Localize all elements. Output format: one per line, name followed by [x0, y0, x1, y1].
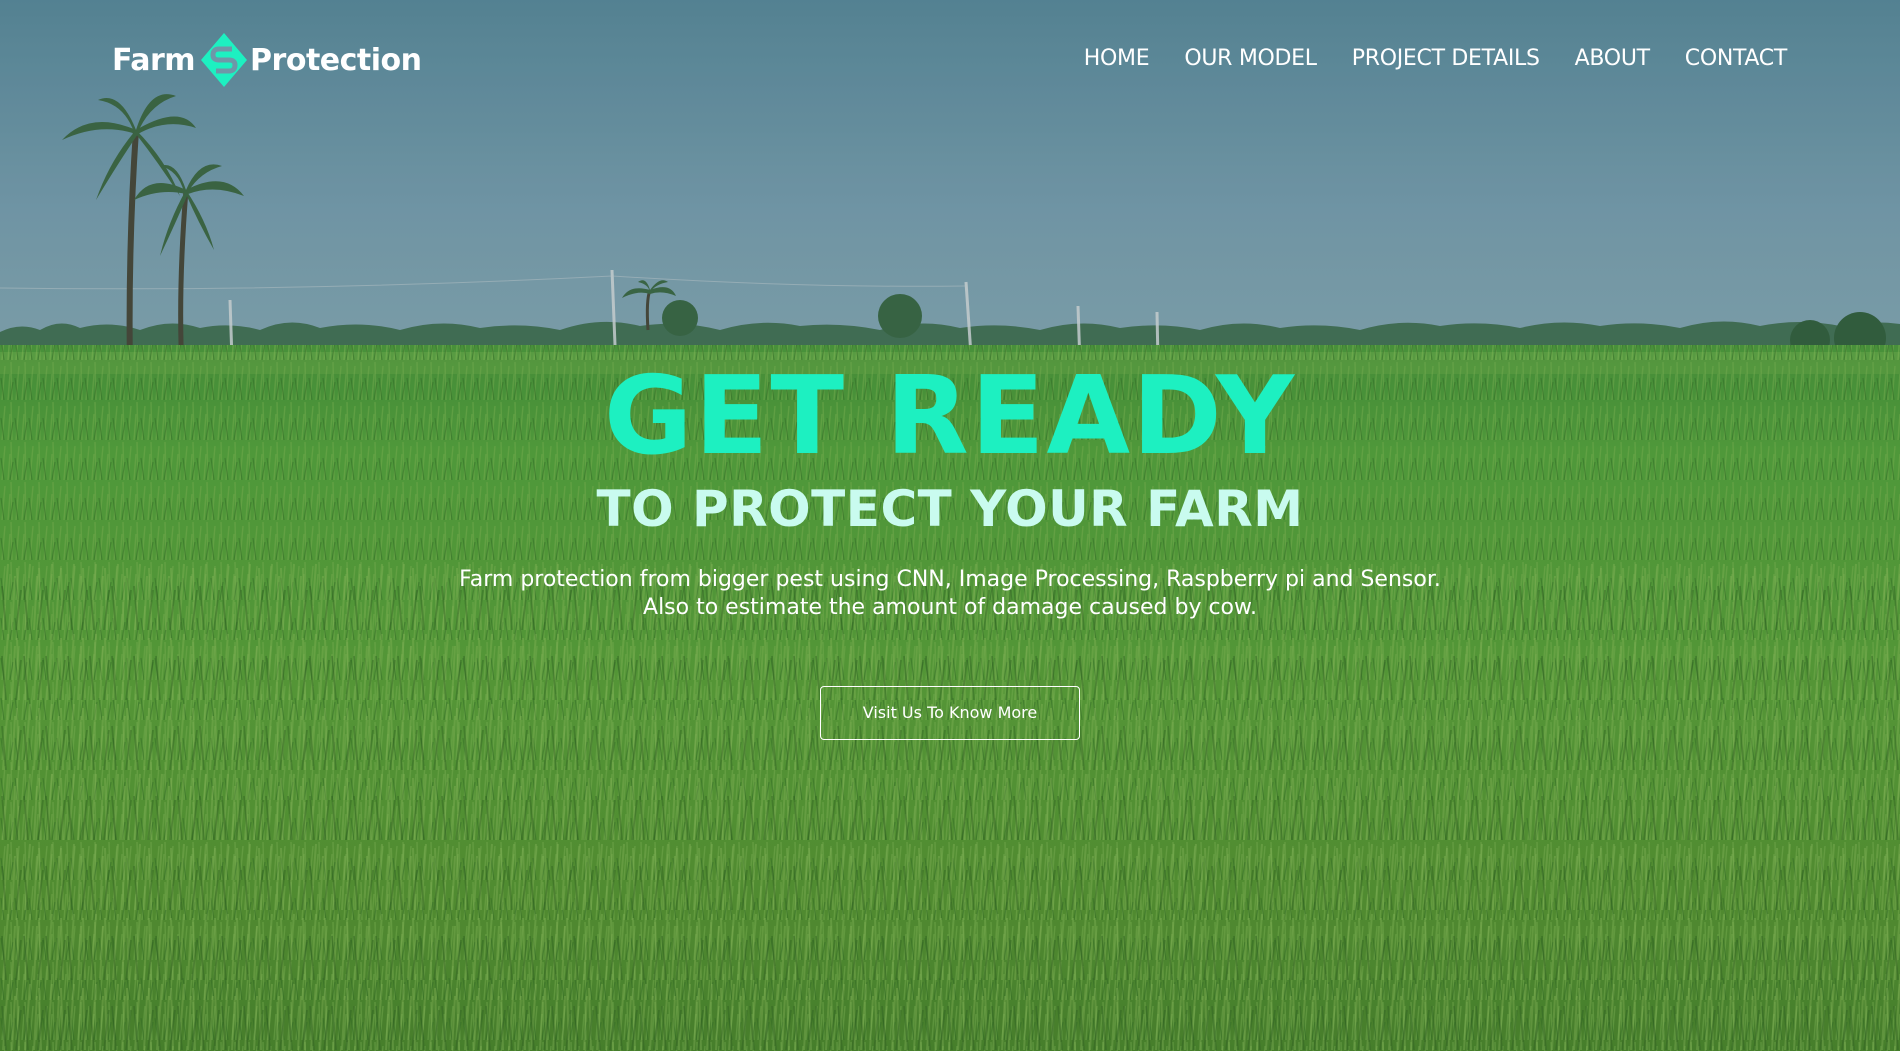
hero-description: Farm protection from bigger pest using C… [400, 566, 1500, 622]
brand-logo[interactable]: Farm Protection [112, 30, 422, 90]
hero-subheadline: TO PROTECT YOUR FARM [596, 480, 1304, 538]
nav-item-about[interactable]: ABOUT [1575, 46, 1650, 71]
site-header: Farm Protection HOME OUR MODEL PROJECT D… [0, 0, 1900, 120]
visit-us-button[interactable]: Visit Us To Know More [819, 686, 1081, 740]
hero-section: Farm Protection HOME OUR MODEL PROJECT D… [0, 0, 1900, 1051]
hero-description-line-1: Farm protection from bigger pest using C… [459, 567, 1441, 592]
nav-item-contact[interactable]: CONTACT [1685, 46, 1788, 71]
brand-word-left: Farm [112, 42, 196, 78]
nav-item-our-model[interactable]: OUR MODEL [1184, 46, 1317, 71]
diamond-s-logo-icon [199, 31, 249, 89]
brand-word-right: Protection [250, 42, 422, 78]
hero-description-line-2: Also to estimate the amount of damage ca… [643, 595, 1257, 620]
nav-item-project-details[interactable]: PROJECT DETAILS [1352, 46, 1540, 71]
main-nav: HOME OUR MODEL PROJECT DETAILS ABOUT CON… [1084, 46, 1788, 71]
nav-item-home[interactable]: HOME [1084, 46, 1150, 71]
hero-headline: GET READY [603, 354, 1297, 479]
hero-content: GET READY TO PROTECT YOUR FARM Farm prot… [0, 358, 1900, 740]
